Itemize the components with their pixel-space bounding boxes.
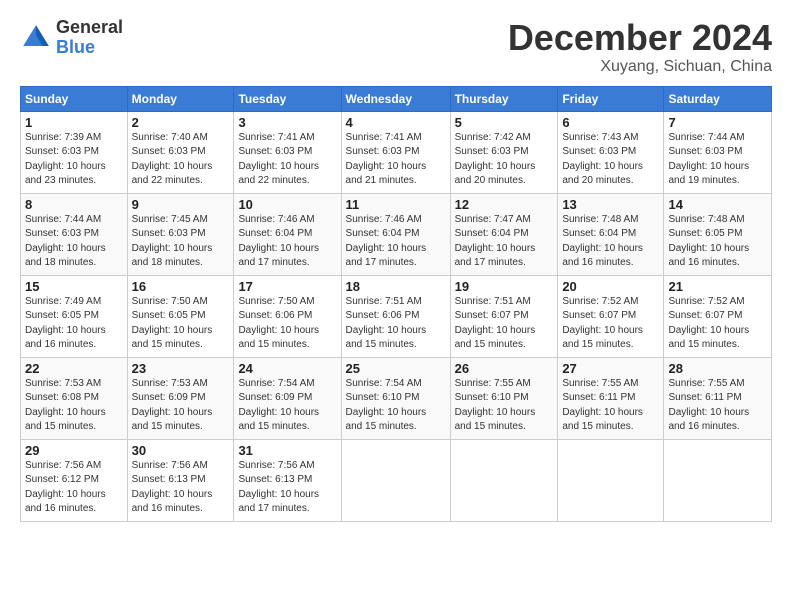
day-10: 10Sunrise: 7:46 AMSunset: 6:04 PMDayligh… [234,193,341,275]
month-title: December 2024 [508,18,772,58]
week-1: 1Sunrise: 7:39 AMSunset: 6:03 PMDaylight… [21,111,772,193]
day-22: 22Sunrise: 7:53 AMSunset: 6:08 PMDayligh… [21,357,128,439]
calendar-header-row: Sunday Monday Tuesday Wednesday Thursday… [21,86,772,111]
day-15: 15Sunrise: 7:49 AMSunset: 6:05 PMDayligh… [21,275,128,357]
empty-3 [558,439,664,521]
col-thursday: Thursday [450,86,558,111]
day-26: 26Sunrise: 7:55 AMSunset: 6:10 PMDayligh… [450,357,558,439]
day-31: 31Sunrise: 7:56 AMSunset: 6:13 PMDayligh… [234,439,341,521]
logo-icon [20,22,52,54]
day-12: 12Sunrise: 7:47 AMSunset: 6:04 PMDayligh… [450,193,558,275]
logo: General Blue [20,18,123,58]
day-5: 5Sunrise: 7:42 AMSunset: 6:03 PMDaylight… [450,111,558,193]
calendar-table: Sunday Monday Tuesday Wednesday Thursday… [20,86,772,522]
day-3: 3Sunrise: 7:41 AMSunset: 6:03 PMDaylight… [234,111,341,193]
day-16: 16Sunrise: 7:50 AMSunset: 6:05 PMDayligh… [127,275,234,357]
logo-text: General Blue [56,18,123,58]
day-17: 17Sunrise: 7:50 AMSunset: 6:06 PMDayligh… [234,275,341,357]
logo-general-text: General [56,18,123,38]
day-20: 20Sunrise: 7:52 AMSunset: 6:07 PMDayligh… [558,275,664,357]
logo-blue-text: Blue [56,38,123,58]
day-28: 28Sunrise: 7:55 AMSunset: 6:11 PMDayligh… [664,357,772,439]
day-14: 14Sunrise: 7:48 AMSunset: 6:05 PMDayligh… [664,193,772,275]
day-21: 21Sunrise: 7:52 AMSunset: 6:07 PMDayligh… [664,275,772,357]
day-18: 18Sunrise: 7:51 AMSunset: 6:06 PMDayligh… [341,275,450,357]
day-2: 2Sunrise: 7:40 AMSunset: 6:03 PMDaylight… [127,111,234,193]
day-11: 11Sunrise: 7:46 AMSunset: 6:04 PMDayligh… [341,193,450,275]
day-7: 7Sunrise: 7:44 AMSunset: 6:03 PMDaylight… [664,111,772,193]
day-8: 8Sunrise: 7:44 AMSunset: 6:03 PMDaylight… [21,193,128,275]
week-5: 29Sunrise: 7:56 AMSunset: 6:12 PMDayligh… [21,439,772,521]
header: General Blue December 2024 Xuyang, Sichu… [20,18,772,76]
day-30: 30Sunrise: 7:56 AMSunset: 6:13 PMDayligh… [127,439,234,521]
day-19: 19Sunrise: 7:51 AMSunset: 6:07 PMDayligh… [450,275,558,357]
day-29: 29Sunrise: 7:56 AMSunset: 6:12 PMDayligh… [21,439,128,521]
col-tuesday: Tuesday [234,86,341,111]
col-sunday: Sunday [21,86,128,111]
day-27: 27Sunrise: 7:55 AMSunset: 6:11 PMDayligh… [558,357,664,439]
day-1: 1Sunrise: 7:39 AMSunset: 6:03 PMDaylight… [21,111,128,193]
day-4: 4Sunrise: 7:41 AMSunset: 6:03 PMDaylight… [341,111,450,193]
day-24: 24Sunrise: 7:54 AMSunset: 6:09 PMDayligh… [234,357,341,439]
empty-1 [341,439,450,521]
page: General Blue December 2024 Xuyang, Sichu… [0,0,792,532]
day-25: 25Sunrise: 7:54 AMSunset: 6:10 PMDayligh… [341,357,450,439]
col-saturday: Saturday [664,86,772,111]
day-6: 6Sunrise: 7:43 AMSunset: 6:03 PMDaylight… [558,111,664,193]
day-9: 9Sunrise: 7:45 AMSunset: 6:03 PMDaylight… [127,193,234,275]
col-monday: Monday [127,86,234,111]
week-2: 8Sunrise: 7:44 AMSunset: 6:03 PMDaylight… [21,193,772,275]
week-4: 22Sunrise: 7:53 AMSunset: 6:08 PMDayligh… [21,357,772,439]
empty-2 [450,439,558,521]
col-friday: Friday [558,86,664,111]
empty-4 [664,439,772,521]
day-23: 23Sunrise: 7:53 AMSunset: 6:09 PMDayligh… [127,357,234,439]
day-13: 13Sunrise: 7:48 AMSunset: 6:04 PMDayligh… [558,193,664,275]
col-wednesday: Wednesday [341,86,450,111]
location: Xuyang, Sichuan, China [508,58,772,76]
week-3: 15Sunrise: 7:49 AMSunset: 6:05 PMDayligh… [21,275,772,357]
title-section: December 2024 Xuyang, Sichuan, China [508,18,772,76]
